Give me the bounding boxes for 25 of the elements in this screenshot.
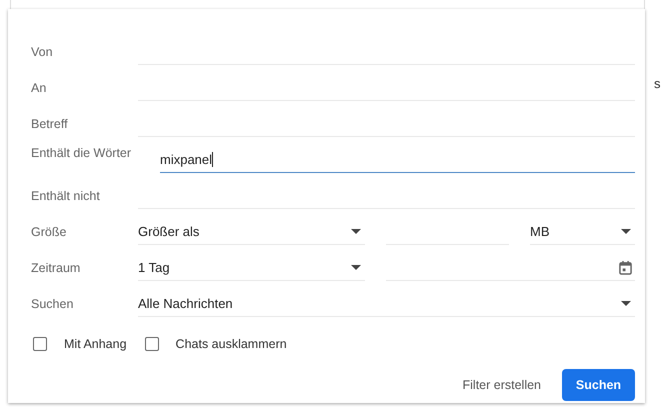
field-label: Suchen bbox=[31, 297, 74, 313]
checkbox[interactable] bbox=[33, 337, 47, 351]
background-text: s bbox=[654, 76, 660, 91]
field-label: Betreff bbox=[31, 117, 69, 133]
checkbox[interactable] bbox=[144, 337, 159, 351]
field-label: Größe bbox=[31, 225, 68, 241]
input-field[interactable]: mixpanel bbox=[160, 147, 635, 173]
caret-icon bbox=[621, 229, 631, 234]
checkbox-label: Mit Anhang bbox=[64, 337, 127, 351]
dropdown[interactable]: Größer als bbox=[138, 219, 365, 245]
calendar-icon[interactable] bbox=[619, 260, 632, 274]
field-label: Von bbox=[31, 45, 54, 61]
dropdown[interactable]: 1 Tag bbox=[138, 255, 365, 281]
caret-icon bbox=[351, 229, 361, 234]
create-filter-button[interactable]: Filter erstellen bbox=[462, 370, 541, 400]
field-label: Zeitraum bbox=[31, 261, 82, 277]
checkbox-label: Chats ausklammern bbox=[176, 337, 287, 351]
dropdown[interactable]: MB bbox=[530, 219, 635, 245]
field-label: An bbox=[31, 81, 48, 97]
search-button[interactable]: Suchen bbox=[562, 369, 635, 401]
caret-icon bbox=[621, 301, 631, 306]
field-label: Enthält die Wörter bbox=[31, 146, 132, 162]
field-label: Enthält nicht bbox=[31, 189, 101, 205]
dropdown[interactable]: Alle Nachrichten bbox=[138, 291, 635, 317]
caret-icon bbox=[351, 265, 361, 270]
